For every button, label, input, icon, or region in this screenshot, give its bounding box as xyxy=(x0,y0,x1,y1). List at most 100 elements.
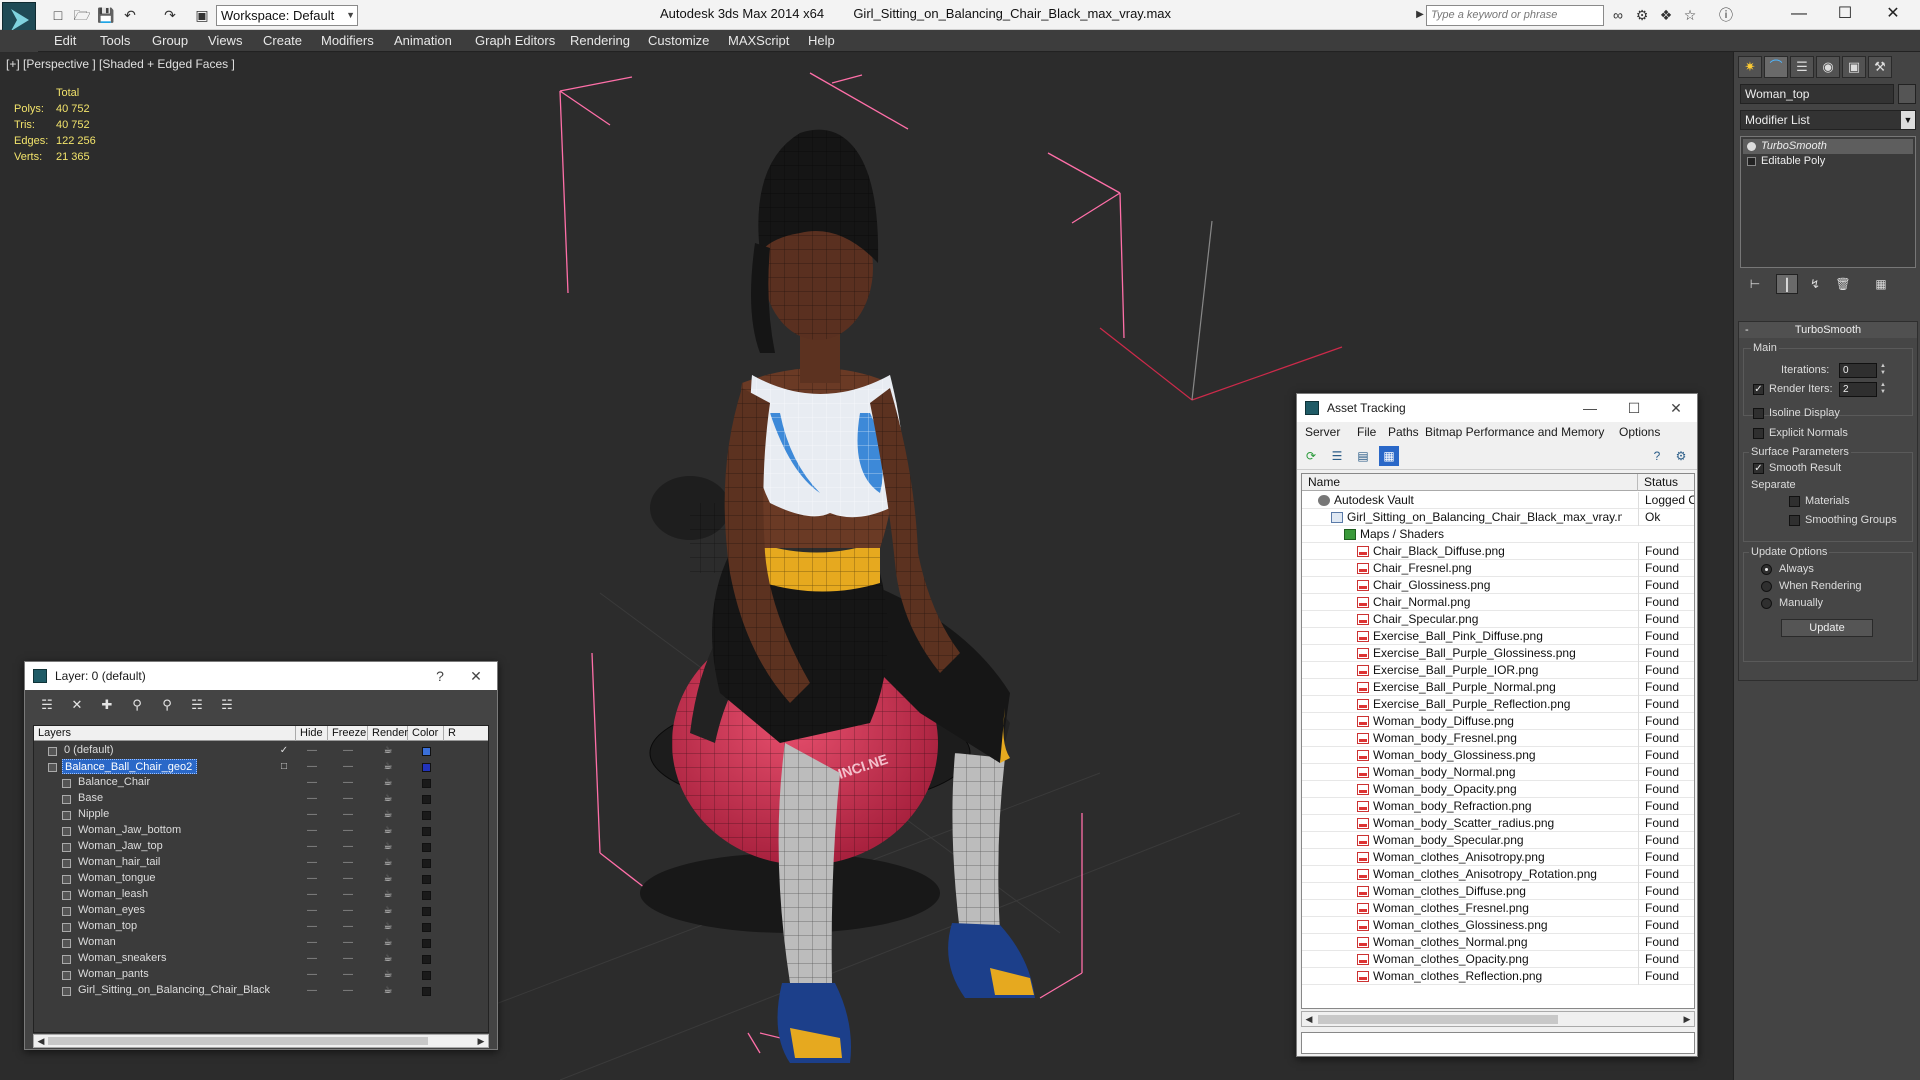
layer-name[interactable]: Woman_Jaw_top xyxy=(76,839,167,854)
render-teapot-icon[interactable]: ☕ xyxy=(376,743,400,759)
binoculars-icon[interactable]: ∞ xyxy=(1608,5,1628,25)
iterations-spinner[interactable]: 0 xyxy=(1839,363,1877,378)
freeze-toggle-icon[interactable]: — xyxy=(336,967,360,983)
render-iters-spinner[interactable]: 2 xyxy=(1839,382,1877,397)
render-teapot-icon[interactable]: ☕ xyxy=(376,887,400,903)
layer-name[interactable]: Woman xyxy=(76,935,120,950)
column-header-color[interactable]: Color xyxy=(408,726,444,741)
active-layer-check-icon[interactable]: ✓ xyxy=(274,743,294,759)
layer-row[interactable]: Woman_Jaw_top — — ☕ xyxy=(34,839,488,855)
layer-name[interactable]: Nipple xyxy=(76,807,113,822)
hide-toggle-icon[interactable]: — xyxy=(300,967,324,983)
layer-color-swatch[interactable] xyxy=(422,747,431,756)
display-tab-icon[interactable]: ▣ xyxy=(1842,56,1866,78)
layer-color-swatch[interactable] xyxy=(422,971,431,980)
layer-row[interactable]: Balance_Chair — — ☕ xyxy=(34,775,488,791)
asset-row[interactable]: Woman_clothes_Glossiness.png Found xyxy=(1302,917,1694,934)
when-rendering-radio[interactable] xyxy=(1761,581,1772,592)
hide-toggle-icon[interactable]: — xyxy=(300,855,324,871)
layer-row[interactable]: Woman_pants — — ☕ xyxy=(34,967,488,983)
freeze-toggle-icon[interactable]: — xyxy=(336,903,360,919)
layer-row[interactable]: Woman_tongue — — ☕ xyxy=(34,871,488,887)
freeze-toggle-icon[interactable]: — xyxy=(336,935,360,951)
materials-checkbox[interactable] xyxy=(1789,496,1800,507)
spinner-arrows-icon[interactable]: ▲ ▼ xyxy=(1879,363,1887,378)
asset-row[interactable]: Woman_body_Refraction.png Found xyxy=(1302,798,1694,815)
render-teapot-icon[interactable]: ☕ xyxy=(376,791,400,807)
layer-name[interactable]: Woman_pants xyxy=(76,967,153,982)
render-teapot-icon[interactable]: ☕ xyxy=(376,759,400,775)
menu-group[interactable]: Group xyxy=(152,33,188,48)
motion-tab-icon[interactable]: ◉ xyxy=(1816,56,1840,78)
layer-name[interactable]: Balance_Ball_Chair_geo2 xyxy=(62,759,198,774)
hide-toggle-icon[interactable]: — xyxy=(300,807,324,823)
layer-color-swatch[interactable] xyxy=(422,923,431,932)
explicit-normals-checkbox[interactable] xyxy=(1753,428,1764,439)
always-radio[interactable] xyxy=(1761,564,1772,575)
asset-row[interactable]: Maps / Shaders xyxy=(1302,526,1694,543)
hide-toggle-icon[interactable]: — xyxy=(300,791,324,807)
menu-create[interactable]: Create xyxy=(263,33,302,48)
layer-name[interactable]: Balance_Chair xyxy=(76,775,154,790)
layer-row[interactable]: Woman_leash — — ☕ xyxy=(34,887,488,903)
workspace-dropdown[interactable]: Workspace: Default ▼ xyxy=(216,5,358,26)
add-to-layer-icon[interactable]: ✚ xyxy=(97,696,117,714)
freeze-toggle-icon[interactable]: — xyxy=(336,759,360,775)
stack-item-turbosmooth[interactable]: TurboSmooth xyxy=(1743,139,1913,154)
search-input[interactable]: Type a keyword or phrase xyxy=(1426,5,1604,26)
help-icon[interactable]: ? xyxy=(423,662,457,690)
rollout-header[interactable]: - TurboSmooth xyxy=(1739,322,1917,338)
freeze-toggle-icon[interactable]: — xyxy=(336,871,360,887)
isoline-display-checkbox[interactable] xyxy=(1753,408,1764,419)
list-view-icon[interactable]: ☰ xyxy=(1327,446,1347,466)
layer-row[interactable]: Woman_Jaw_bottom — — ☕ xyxy=(34,823,488,839)
create-tab-icon[interactable]: ✷ xyxy=(1738,56,1762,78)
render-teapot-icon[interactable]: ☕ xyxy=(376,871,400,887)
layer-color-swatch[interactable] xyxy=(422,955,431,964)
layer-row[interactable]: Base — — ☕ xyxy=(34,791,488,807)
menu-paths[interactable]: Paths xyxy=(1388,425,1419,439)
configure-modifier-sets-icon[interactable]: ▦ xyxy=(1870,274,1892,294)
layer-row[interactable]: Woman_eyes — — ☕ xyxy=(34,903,488,919)
render-teapot-icon[interactable]: ☕ xyxy=(376,807,400,823)
smoothing-groups-checkbox[interactable] xyxy=(1789,515,1800,526)
layer-row[interactable]: Woman — — ☕ xyxy=(34,935,488,951)
freeze-toggle-icon[interactable]: — xyxy=(336,839,360,855)
layer-name[interactable]: Woman_tongue xyxy=(76,871,159,886)
asset-row[interactable]: Chair_Normal.png Found xyxy=(1302,594,1694,611)
layer-row[interactable]: Woman_hair_tail — — ☕ xyxy=(34,855,488,871)
show-end-result-icon[interactable]: ┃ xyxy=(1776,274,1798,294)
maximize-button[interactable]: ☐ xyxy=(1822,0,1868,30)
viewport-label[interactable]: [+] [Perspective ] [Shaded + Edged Faces… xyxy=(6,57,235,71)
layer-color-swatch[interactable] xyxy=(422,795,431,804)
asset-row[interactable]: Woman_clothes_Anisotropy_Rotation.png Fou… xyxy=(1302,866,1694,883)
layer-name[interactable]: Woman_sneakers xyxy=(76,951,170,966)
hide-toggle-icon[interactable]: — xyxy=(300,775,324,791)
asset-row[interactable]: Woman_clothes_Normal.png Found xyxy=(1302,934,1694,951)
asset-row[interactable]: Woman_clothes_Opacity.png Found xyxy=(1302,951,1694,968)
layer-row[interactable]: Balance_Ball_Chair_geo2 □ — — ☕ xyxy=(34,759,488,775)
close-icon[interactable]: ✕ xyxy=(1659,394,1693,422)
dialog-title-bar[interactable]: Asset Tracking — ☐ ✕ xyxy=(1297,394,1697,422)
hide-all-icon[interactable]: ☵ xyxy=(187,696,207,714)
freeze-toggle-icon[interactable]: — xyxy=(336,855,360,871)
asset-row[interactable]: Girl_Sitting_on_Balancing_Chair_Black_ma… xyxy=(1302,509,1694,526)
refresh-icon[interactable]: ⟳ xyxy=(1301,446,1321,466)
layer-horizontal-scrollbar[interactable]: ◀ ▶ xyxy=(33,1034,489,1048)
render-teapot-icon[interactable]: ☕ xyxy=(376,983,400,999)
column-header-layers[interactable]: Layers xyxy=(34,726,296,741)
asset-row[interactable]: Woman_body_Scatter_radius.png Found xyxy=(1302,815,1694,832)
column-header-render[interactable]: Render xyxy=(368,726,408,741)
pin-stack-icon[interactable]: ⊢ xyxy=(1744,274,1766,294)
asset-row[interactable]: Woman_body_Diffuse.png Found xyxy=(1302,713,1694,730)
menu-maxscript[interactable]: MAXScript xyxy=(728,33,789,48)
menu-bitmap-performance[interactable]: Bitmap Performance and Memory xyxy=(1425,425,1604,439)
layer-color-swatch[interactable] xyxy=(422,875,431,884)
render-iters-checkbox[interactable]: ✓ xyxy=(1753,384,1764,395)
asset-row[interactable]: Chair_Black_Diffuse.png Found xyxy=(1302,543,1694,560)
scroll-left-icon[interactable]: ◀ xyxy=(1302,1013,1316,1025)
hide-toggle-icon[interactable]: — xyxy=(300,935,324,951)
layer-name[interactable]: 0 (default) xyxy=(62,743,118,758)
help-icon[interactable]: ? xyxy=(1647,446,1667,466)
asset-row[interactable]: Woman_body_Opacity.png Found xyxy=(1302,781,1694,798)
